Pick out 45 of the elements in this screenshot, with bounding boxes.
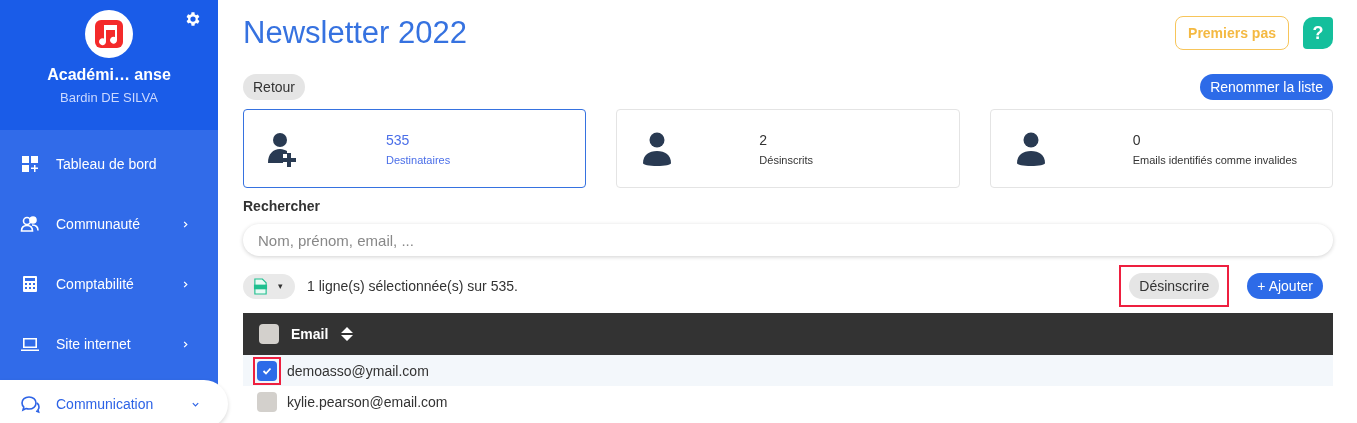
organization-name: Académi… anse bbox=[47, 66, 171, 84]
search-field[interactable]: Nom, prénom, email, ... bbox=[243, 224, 1333, 256]
sidebar-item[interactable]: Comptabilité bbox=[0, 260, 218, 308]
rename-list-button[interactable]: Renommer la liste bbox=[1200, 74, 1333, 100]
settings-icon[interactable] bbox=[184, 10, 202, 28]
column-header[interactable]: Email bbox=[291, 326, 329, 342]
sidebar-item-label: Site internet bbox=[56, 336, 132, 352]
stat-label: Désinscrits bbox=[759, 153, 814, 166]
stat-value: 0 bbox=[1132, 131, 1142, 148]
stat-value: 535 bbox=[386, 131, 411, 148]
row-checkbox[interactable] bbox=[257, 391, 277, 412]
add-button[interactable]: + Ajouter bbox=[1247, 273, 1323, 299]
calculator-icon bbox=[20, 274, 40, 294]
dashboard-icon bbox=[20, 154, 40, 174]
back-button[interactable]: Retour bbox=[243, 74, 306, 100]
stat-label: Emails identifiés comme invalides bbox=[1132, 153, 1298, 166]
table-cell: demoasso@ymail.com bbox=[287, 362, 429, 379]
table-row[interactable]: kylie.pearson@email.com bbox=[243, 386, 1333, 417]
unsubscribe-button[interactable]: Désinscrire bbox=[1129, 273, 1220, 299]
stat-label: Destinataires bbox=[386, 153, 451, 166]
sort-icon[interactable] bbox=[340, 326, 355, 342]
sidebar-item-label: Tableau de bord bbox=[56, 156, 158, 172]
table-cell: kylie.pearson@email.com bbox=[287, 393, 448, 410]
stat-card[interactable]: 2 Désinscrits bbox=[616, 109, 960, 188]
sidebar-item[interactable]: Communication bbox=[0, 380, 228, 423]
chat-bubbles-icon bbox=[20, 394, 40, 414]
stat-card[interactable]: 535 Destinataires bbox=[243, 109, 587, 188]
user-name: Bardin DE SILVA bbox=[60, 90, 158, 105]
sidebar-item[interactable]: Tableau de bord bbox=[0, 140, 218, 188]
stat-card[interactable]: 0 Emails identifiés comme invalides bbox=[989, 109, 1333, 188]
export-dropdown[interactable]: ▾ bbox=[243, 273, 295, 299]
sidebar-item-label: Communication bbox=[56, 396, 155, 412]
people-icon bbox=[20, 214, 40, 234]
sidebar-item[interactable]: Communauté bbox=[0, 200, 218, 248]
stat-value: 2 bbox=[759, 131, 769, 148]
select-all-checkbox[interactable] bbox=[259, 324, 279, 344]
page-title: Newsletter 2022 bbox=[243, 15, 467, 51]
search-label: Rechercher bbox=[243, 198, 322, 214]
sidebar-item[interactable]: Site internet bbox=[0, 320, 218, 368]
music-note-logo bbox=[85, 10, 133, 58]
sidebar-item-label: Comptabilité bbox=[56, 276, 135, 292]
sidebar-item-label: Communauté bbox=[56, 216, 142, 232]
selection-count: 1 ligne(s) sélectionnée(s) sur 535. bbox=[307, 278, 518, 294]
table-row[interactable]: demoasso@ymail.com bbox=[243, 355, 1333, 386]
spreadsheet-file-icon bbox=[253, 277, 268, 295]
